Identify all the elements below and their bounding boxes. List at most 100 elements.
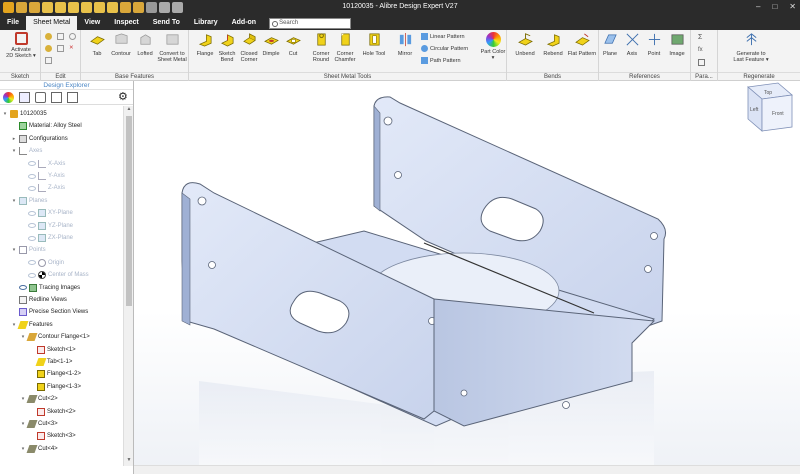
part-color-button[interactable]: Part Color ▾	[479, 32, 507, 61]
expand-toggle-icon[interactable]: ▾	[11, 198, 17, 204]
tree-node[interactable]: Precise Section Views	[11, 306, 88, 318]
expand-toggle-icon[interactable]: ▾	[11, 322, 17, 328]
tree-node[interactable]: ▾ Features	[11, 319, 53, 331]
tree-node[interactable]: ▾ Axes	[11, 145, 42, 157]
edit-copy-button[interactable]	[57, 33, 64, 40]
visibility-eye-icon[interactable]	[28, 260, 36, 266]
expand-toggle-icon[interactable]: ▾	[2, 111, 8, 117]
activate-sketch-button[interactable]: Activate 2D Sketch ▾	[3, 32, 39, 59]
tree-node[interactable]: XY-Plane	[20, 207, 73, 219]
menu-file[interactable]: File	[0, 16, 26, 30]
tree-node[interactable]: Origin	[20, 257, 64, 269]
menu-library[interactable]: Library	[187, 16, 225, 30]
tree-node[interactable]: X-Axis	[20, 158, 65, 170]
search-input[interactable]: Search	[269, 17, 352, 29]
image-button[interactable]: Image	[665, 32, 689, 57]
generate-to-last-feature-button[interactable]: Generate to Last Feature ▾	[726, 32, 776, 63]
3d-viewport[interactable]: Top Left Front	[134, 81, 800, 474]
expand-tree-icon[interactable]	[51, 91, 62, 103]
tree-node[interactable]: Tracing Images	[11, 282, 80, 294]
fx-button[interactable]: fx	[698, 47, 705, 54]
maximize-icon[interactable]: □	[772, 2, 777, 11]
point-button[interactable]: Point	[643, 32, 665, 57]
edit-redo-button[interactable]	[45, 45, 52, 52]
linear-pattern-button[interactable]: Linear Pattern	[421, 33, 465, 40]
convert-to-sheet-metal-button[interactable]: Convert to Sheet Metal	[155, 32, 189, 63]
edit-paste-button[interactable]	[57, 45, 64, 52]
tree-node[interactable]: YZ-Plane	[20, 220, 73, 232]
edit-cut-button[interactable]	[69, 33, 76, 40]
visibility-eye-icon[interactable]	[19, 285, 27, 291]
table-button[interactable]	[698, 59, 705, 66]
expand-toggle-icon[interactable]: ▾	[11, 148, 17, 154]
visibility-eye-icon[interactable]	[28, 235, 36, 241]
expand-toggle-icon[interactable]: ▾	[20, 446, 26, 452]
parameters-button[interactable]: Σ	[698, 34, 705, 41]
gear-icon[interactable]: ⚙	[118, 91, 129, 103]
edit-undo-button[interactable]	[45, 33, 52, 40]
tree-node[interactable]: ▾ Cut<4>	[20, 443, 58, 455]
expand-toggle-icon[interactable]: ▾	[20, 421, 26, 427]
visibility-eye-icon[interactable]	[28, 173, 36, 179]
tree-node[interactable]: ▾ Contour Flange<1>	[20, 331, 90, 343]
tree-node[interactable]: ▸ Configurations	[11, 133, 68, 145]
tree-node[interactable]: Flange<1-3>	[29, 381, 81, 393]
mirror-button[interactable]: Mirror	[391, 32, 419, 57]
viewport-hscroll[interactable]	[134, 465, 800, 474]
explorer-scrollbar[interactable]: ▲ ▼	[123, 106, 133, 466]
tree-node[interactable]: Material: Alloy Steel	[11, 120, 82, 132]
visibility-eye-icon[interactable]	[28, 272, 36, 278]
tree-node[interactable]: Tab<1-1>	[29, 356, 72, 368]
edit-delete-button[interactable]: ✕	[69, 45, 76, 52]
tree-node[interactable]: ▾ Points	[11, 244, 46, 256]
tree-node[interactable]: ZX-Plane	[20, 232, 73, 244]
tree-node[interactable]: Flange<1-2>	[29, 368, 81, 380]
tree-node[interactable]: ▾ Cut<3>	[20, 418, 58, 430]
corner-chamfer-button[interactable]: Corner Chamfer	[331, 32, 359, 63]
menu-sheet-metal[interactable]: Sheet Metal	[26, 16, 78, 30]
tree-node[interactable]: Z-Axis	[20, 182, 65, 194]
collapse-tree-icon[interactable]	[67, 91, 78, 103]
minimize-icon[interactable]: –	[756, 2, 760, 11]
close-icon[interactable]: ✕	[789, 2, 796, 11]
visibility-eye-icon[interactable]	[28, 223, 36, 229]
sheet-metal-part[interactable]	[134, 81, 800, 474]
rebend-button[interactable]: Rebend	[539, 32, 567, 57]
color-wheel-icon[interactable]	[3, 91, 14, 103]
path-pattern-button[interactable]: Path Pattern	[421, 57, 461, 64]
menu-view[interactable]: View	[77, 16, 107, 30]
scroll-down-icon[interactable]: ▼	[124, 457, 134, 466]
tree-node[interactable]: ▾ Cut<2>	[20, 393, 58, 405]
circular-pattern-button[interactable]: Circular Pattern	[421, 45, 468, 52]
tree-node[interactable]: Sketch<2>	[29, 406, 76, 418]
scrollbar-thumb[interactable]	[126, 116, 132, 306]
expand-toggle-icon[interactable]: ▾	[20, 396, 26, 402]
axis-button[interactable]: Axis	[621, 32, 643, 57]
visibility-eye-icon[interactable]	[28, 210, 36, 216]
cut-button[interactable]: Cut	[279, 32, 307, 57]
menu-inspect[interactable]: Inspect	[107, 16, 146, 30]
expand-toggle-icon[interactable]: ▸	[11, 136, 17, 142]
menu-send-to[interactable]: Send To	[146, 16, 187, 30]
expand-toggle-icon[interactable]: ▾	[11, 247, 17, 253]
edit-select-button[interactable]	[45, 57, 52, 64]
gauge-icon[interactable]	[35, 91, 46, 103]
plane-button[interactable]: Plane	[599, 32, 621, 57]
tree-node[interactable]: Sketch<3>	[29, 430, 76, 442]
visibility-eye-icon[interactable]	[28, 161, 36, 167]
filter-icon[interactable]	[19, 91, 30, 103]
unbend-button[interactable]: Unbend	[511, 32, 539, 57]
tree-node[interactable]: Y-Axis	[20, 170, 65, 182]
view-cube[interactable]: Top Left Front	[730, 81, 800, 151]
tree-node[interactable]: ▾ Planes	[11, 195, 47, 207]
tree-node[interactable]: Sketch<1>	[29, 344, 76, 356]
tree-node[interactable]: ▾ 10120035	[2, 108, 47, 120]
tree-node[interactable]: Center of Mass	[20, 269, 89, 281]
flat-pattern-button[interactable]: Flat Pattern	[567, 32, 597, 57]
hole-tool-button[interactable]: Hole Tool	[359, 32, 389, 57]
visibility-eye-icon[interactable]	[28, 185, 36, 191]
tree-node[interactable]: Redline Views	[11, 294, 67, 306]
scroll-up-icon[interactable]: ▲	[124, 106, 134, 115]
menu-add-on[interactable]: Add-on	[225, 16, 264, 30]
expand-toggle-icon[interactable]: ▾	[20, 334, 26, 340]
